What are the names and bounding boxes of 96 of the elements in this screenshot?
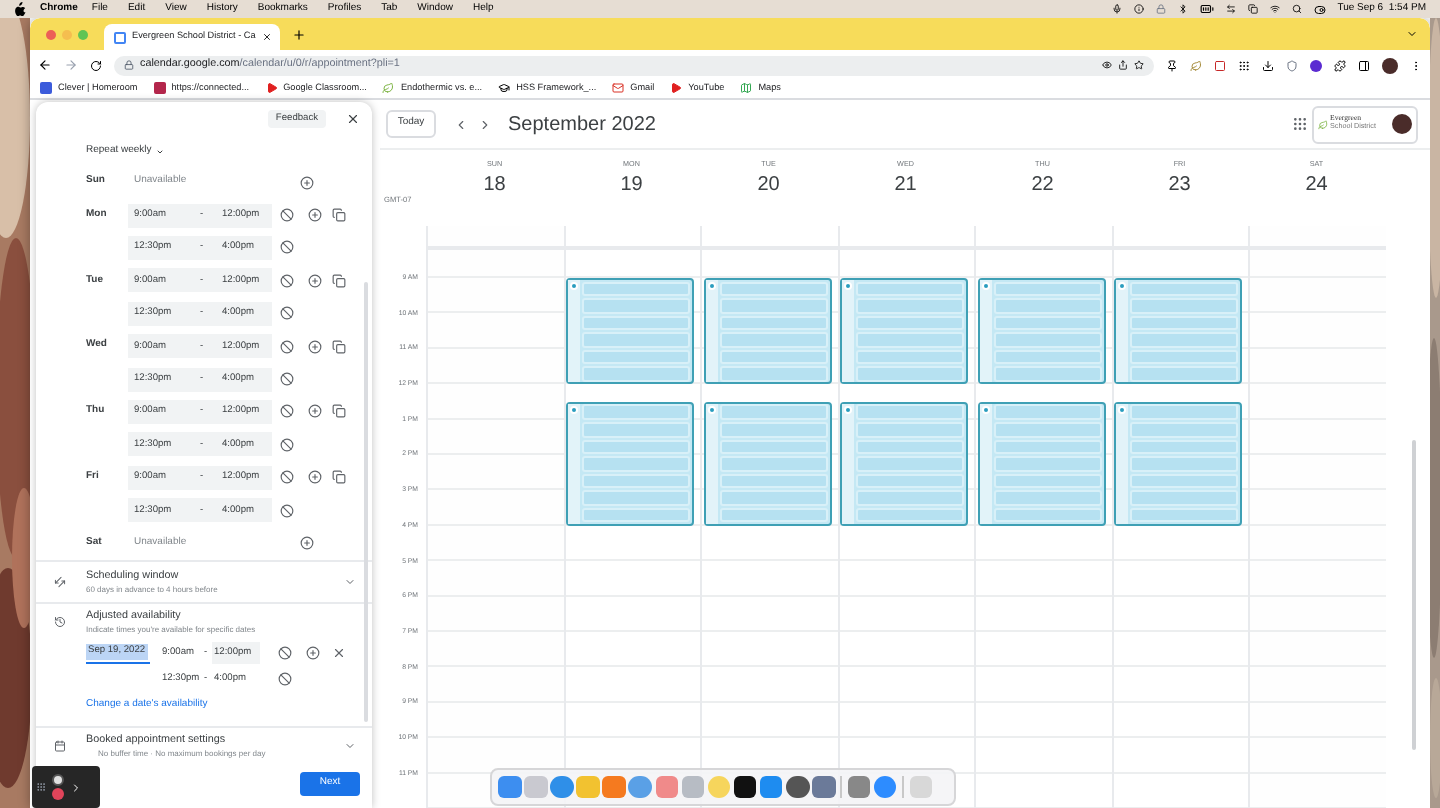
day-column[interactable]: [1111, 226, 1248, 808]
ban-icon[interactable]: [279, 240, 293, 255]
battery-icon: [1199, 2, 1214, 16]
scrollbar[interactable]: [364, 282, 368, 722]
back-icon[interactable]: [38, 58, 52, 72]
profile-avatar[interactable]: [1392, 114, 1412, 134]
ban-icon[interactable]: [279, 404, 293, 419]
add-icon[interactable]: [307, 208, 321, 223]
info-icon: [1133, 4, 1144, 14]
add-icon[interactable]: [299, 175, 313, 190]
day-column[interactable]: [974, 226, 1111, 808]
copy-icon[interactable]: [331, 208, 345, 223]
zoom-window-button[interactable]: [78, 29, 88, 39]
ban-icon[interactable]: [279, 470, 293, 485]
camera-button[interactable]: [52, 774, 64, 786]
expand-icon[interactable]: [344, 740, 356, 752]
app-icon[interactable]: [733, 775, 757, 799]
graduation-cap-icon: [498, 82, 511, 95]
date-number: 23: [1168, 175, 1191, 196]
add-icon[interactable]: [307, 273, 321, 288]
puzzle-icon[interactable]: [1334, 59, 1346, 71]
chevron-icon[interactable]: [70, 781, 82, 793]
ban-icon[interactable]: [278, 646, 292, 660]
ban-icon[interactable]: [278, 672, 292, 686]
app-icon[interactable]: [786, 775, 810, 799]
scrollbar[interactable]: [1411, 440, 1415, 750]
leaf-icon: [1318, 119, 1328, 129]
square-icon[interactable]: [1214, 59, 1226, 71]
clever-logo-icon: [40, 82, 52, 95]
new-tab-icon[interactable]: [292, 27, 306, 41]
copy-icon[interactable]: [331, 404, 345, 419]
square-icon: [153, 82, 166, 95]
mail-icon: [612, 82, 625, 95]
next-icon[interactable]: [478, 117, 492, 131]
ban-icon[interactable]: [279, 437, 293, 452]
add-icon[interactable]: [307, 404, 321, 419]
apple-logo-icon[interactable]: [14, 2, 26, 16]
stop-button[interactable]: [52, 788, 64, 800]
apps-grid-icon[interactable]: [1292, 116, 1308, 132]
copy-icon[interactable]: [331, 273, 345, 288]
wifi-icon: [1269, 4, 1280, 14]
calendar-icon: [54, 740, 66, 752]
add-icon[interactable]: [299, 535, 313, 550]
add-icon[interactable]: [307, 470, 321, 485]
add-icon[interactable]: [306, 646, 320, 660]
lock-icon: [124, 60, 134, 70]
copy-icon[interactable]: [331, 339, 345, 354]
arrows-icon: [1225, 4, 1236, 14]
leaf-icon: [382, 82, 395, 95]
pin-icon[interactable]: [1166, 59, 1178, 71]
close-icon[interactable]: [346, 112, 360, 126]
date-number: 18: [483, 175, 506, 196]
lock-icon: [1155, 4, 1166, 14]
close-window-button[interactable]: [46, 29, 56, 39]
ban-icon[interactable]: [279, 339, 293, 354]
play-icon: [265, 82, 278, 95]
toggle-icon: [1313, 3, 1326, 15]
date-number: 19: [620, 175, 643, 196]
remove-icon[interactable]: [332, 646, 346, 660]
extension-icon[interactable]: [1310, 59, 1322, 71]
ban-icon[interactable]: [279, 208, 293, 223]
copy-icon[interactable]: [331, 470, 345, 485]
month-title: September 2022: [508, 111, 656, 139]
play-icon: [670, 82, 683, 95]
arrows-icon: [51, 573, 69, 591]
ban-icon[interactable]: [279, 372, 293, 387]
share-icon[interactable]: [1118, 60, 1128, 70]
ban-icon[interactable]: [279, 503, 293, 518]
reload-icon[interactable]: [90, 59, 102, 71]
ban-icon[interactable]: [279, 306, 293, 321]
forward-icon[interactable]: [64, 58, 78, 72]
star-icon[interactable]: [1134, 60, 1144, 70]
microphone-icon: [1111, 4, 1122, 14]
date-number: 24: [1305, 175, 1328, 196]
profile-avatar[interactable]: [1382, 57, 1398, 73]
leaf-icon[interactable]: [1190, 59, 1202, 71]
calendar-favicon: [114, 31, 126, 43]
tab-search-icon[interactable]: [1406, 28, 1418, 40]
add-icon[interactable]: [307, 339, 321, 354]
download-icon[interactable]: [1262, 59, 1274, 71]
map-icon: [740, 82, 753, 95]
shield-icon[interactable]: [1286, 59, 1298, 71]
windows-icon: [1247, 4, 1258, 14]
previous-icon[interactable]: [454, 117, 468, 131]
day-column[interactable]: [563, 226, 700, 808]
clock-icon: [54, 616, 66, 628]
eye-icon[interactable]: [1102, 60, 1112, 70]
side-panel-icon[interactable]: [1358, 59, 1370, 71]
date-number: 21: [894, 175, 917, 196]
bluetooth-icon: [1177, 4, 1188, 14]
ban-icon[interactable]: [279, 273, 293, 288]
search-icon: [1291, 4, 1302, 14]
date-number: 22: [1031, 175, 1054, 196]
day-column[interactable]: [837, 226, 974, 808]
expand-icon[interactable]: [344, 576, 356, 588]
date-number: 20: [757, 175, 780, 196]
